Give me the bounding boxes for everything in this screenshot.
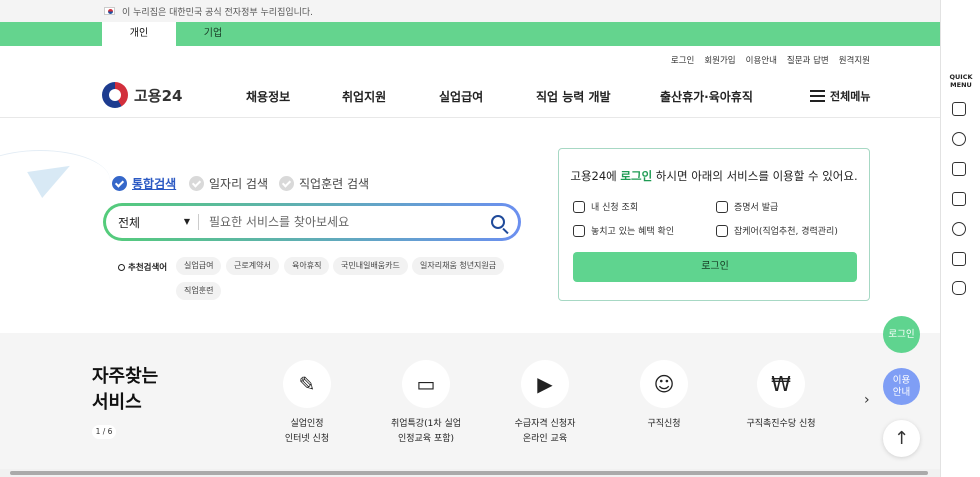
keyword-chip[interactable]: 근로계약서 — [226, 257, 279, 275]
gnb-unemployment-benefit[interactable]: 실업급여 — [439, 88, 483, 105]
search-tab-jobs[interactable]: 일자리 검색 — [189, 175, 268, 192]
check-icon — [189, 176, 204, 191]
util-guide-link[interactable]: 이용안내 — [746, 54, 777, 66]
search-icon — [118, 263, 125, 271]
scrollbar-thumb[interactable] — [10, 471, 928, 475]
korea-flag-icon — [104, 7, 115, 15]
logo-text: 고용24 — [134, 86, 183, 105]
gov-banner: 이 누리집은 대한민국 공식 전자정부 누리집입니다. — [0, 0, 940, 22]
search-input[interactable] — [199, 215, 478, 229]
util-faq-link[interactable]: 질문과 답변 — [787, 54, 829, 66]
all-menu-button[interactable]: 전체메뉴 — [810, 88, 870, 104]
hamburger-icon — [810, 90, 825, 102]
carousel-pager: 1 / 6 — [92, 425, 116, 439]
document-pen-icon: ✎ — [283, 360, 331, 408]
search-tab-integrated[interactable]: 통합검색 — [112, 175, 176, 192]
check-icon — [279, 176, 294, 191]
floating-guide-button[interactable]: 이용 안내 — [883, 368, 920, 405]
page: 이 누리집은 대한민국 공식 전자정부 누리집입니다. 개인 기업 로그인 회원… — [0, 0, 980, 477]
monitor-icon[interactable] — [952, 162, 966, 176]
user-type-tabs: 개인 기업 — [0, 22, 940, 46]
gov-banner-text: 이 누리집은 대한민국 공식 전자정부 누리집입니다. — [122, 7, 314, 18]
jobcare-icon — [716, 224, 728, 237]
carousel-next-icon[interactable]: › — [864, 392, 870, 408]
search-icon — [491, 215, 505, 229]
quick-menu: QUICK MENU — [940, 0, 980, 477]
building-icon[interactable] — [952, 102, 966, 116]
gnb-maternity-parental-leave[interactable]: 출산휴가·육아휴직 — [660, 88, 753, 105]
keyword-chip[interactable]: 직업훈련 — [176, 282, 222, 300]
service-online-education[interactable]: ▶ 수급자격 신청자 온라인 교육 — [485, 360, 605, 447]
tab-personal[interactable]: 개인 — [102, 22, 176, 46]
login-card-title: 고용24에 로그인 하시면 아래의 서비스를 이용할 수 있어요. — [570, 169, 858, 183]
gnb-employment-support[interactable]: 취업지원 — [342, 88, 386, 105]
search-tab-training[interactable]: 직업훈련 검색 — [279, 175, 369, 192]
smile-icon[interactable] — [952, 222, 966, 236]
presentation-board-icon: ▭ — [402, 360, 450, 408]
scroll-top-button[interactable]: ↑ — [883, 420, 920, 457]
keyword-chip[interactable]: 실업급여 — [176, 257, 222, 275]
benefit-doc-icon — [573, 224, 585, 237]
recommended-keywords-label: 추천검색어 — [118, 261, 167, 273]
keyword-chip[interactable]: 일자리채움 청년지원금 — [412, 257, 505, 275]
util-login-link[interactable]: 로그인 — [671, 54, 694, 66]
service-jobcare[interactable]: 잡케어(직업추천, 경력관리) — [716, 224, 838, 237]
util-remote-support-link[interactable]: 원격지원 — [839, 54, 870, 66]
site-logo[interactable]: 고용24 — [102, 82, 182, 108]
coin-stack-icon[interactable] — [952, 281, 966, 295]
header-divider — [0, 117, 940, 118]
chat-icon[interactable] — [952, 132, 966, 146]
service-job-promotion-allowance[interactable]: ₩ 구직촉진수당 신청 — [721, 360, 841, 432]
service-my-applications[interactable]: 내 신청 조회 — [573, 200, 638, 213]
tab-business[interactable]: 기업 — [176, 22, 250, 46]
service-job-seeking[interactable]: ☺ 구직신청 — [604, 360, 724, 432]
service-certificate[interactable]: 증명서 발급 — [716, 200, 778, 213]
caret-down-icon: ▼ — [183, 216, 190, 226]
keyword-chip[interactable]: 육아휴직 — [284, 257, 330, 275]
document-icon — [716, 200, 728, 213]
checklist-icon[interactable] — [952, 192, 966, 206]
service-benefits[interactable]: 놓치고 있는 혜택 확인 — [573, 224, 674, 237]
grid-icon[interactable] — [952, 252, 966, 266]
service-employment-lecture[interactable]: ▭ 취업특강(1차 실업 인정교육 포함) — [366, 360, 486, 447]
login-button[interactable]: 로그인 — [573, 252, 857, 282]
frequent-services-title: 자주찾는 서비스 — [92, 366, 159, 413]
quick-menu-title: QUICK MENU — [949, 73, 973, 89]
checklist-icon — [573, 200, 585, 213]
taegeuk-logo-icon — [102, 82, 128, 108]
check-icon — [112, 176, 127, 191]
util-signup-link[interactable]: 회원가입 — [704, 54, 735, 66]
all-menu-label: 전체메뉴 — [830, 90, 871, 103]
keyword-chip[interactable]: 국민내일배움카드 — [333, 257, 408, 275]
money-bag-icon: ₩ — [757, 360, 805, 408]
video-play-icon: ▶ — [521, 360, 569, 408]
search-category-select[interactable]: 전체 ▼ — [106, 214, 198, 231]
search-box: 전체 ▼ — [103, 203, 521, 241]
gnb-vocational-training[interactable]: 직업 능력 개발 — [536, 88, 611, 105]
search-button[interactable] — [478, 206, 518, 238]
person-icon: ☺ — [640, 360, 688, 408]
gnb-job-info[interactable]: 채용정보 — [246, 88, 290, 105]
horizontal-scrollbar[interactable] — [0, 469, 940, 477]
login-card: 고용24에 로그인 하시면 아래의 서비스를 이용할 수 있어요. 내 신청 조… — [558, 148, 870, 301]
floating-login-button[interactable]: 로그인 — [883, 316, 920, 353]
service-unemployment-recognition[interactable]: ✎ 실업인정 인터넷 신청 — [247, 360, 367, 447]
utility-links: 로그인 회원가입 이용안내 질문과 답변 원격지원 — [671, 54, 870, 66]
arrow-up-icon: ↑ — [893, 427, 910, 449]
